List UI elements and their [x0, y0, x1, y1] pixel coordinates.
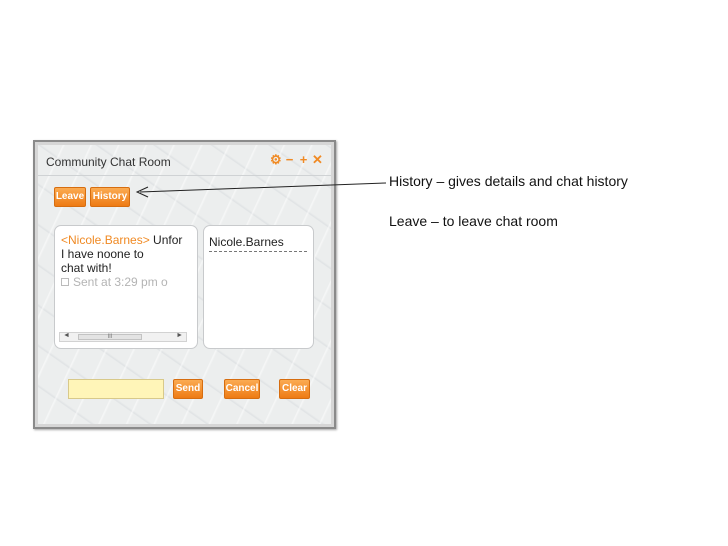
minimize-icon[interactable]: − — [284, 153, 295, 166]
leave-annotation: Leave – to leave chat room — [389, 213, 558, 229]
chat-messages-panel: <Nicole.Barnes> Unfor I have noone to ch… — [54, 225, 198, 349]
history-button[interactable]: History — [90, 187, 130, 207]
leave-button[interactable]: Leave — [54, 187, 86, 207]
chat-horizontal-scrollbar[interactable]: ◄ III ► — [59, 332, 187, 342]
message-sent-info: Sent at 3:29 pm o — [61, 275, 182, 289]
sent-status-icon — [61, 278, 69, 287]
widget-titlebar: Community Chat Room ⚙ − + ✕ — [38, 145, 331, 176]
message-text-line1: Unfor — [149, 233, 183, 247]
message-text-line3: chat with! — [61, 261, 112, 275]
close-icon[interactable]: ✕ — [312, 153, 323, 166]
widget-title: Community Chat Room — [46, 155, 171, 169]
message-input[interactable] — [68, 379, 164, 399]
scroll-left-icon[interactable]: ◄ — [63, 332, 70, 339]
send-button[interactable]: Send — [173, 379, 203, 399]
chat-widget: Community Chat Room ⚙ − + ✕ Leave Histor… — [38, 145, 331, 424]
user-list-item[interactable]: Nicole.Barnes — [209, 235, 307, 252]
message-sender: <Nicole.Barnes> — [61, 233, 150, 247]
chat-widget-frame: Community Chat Room ⚙ − + ✕ Leave Histor… — [33, 140, 336, 429]
scroll-thumb[interactable]: III — [78, 334, 142, 340]
clear-button[interactable]: Clear — [279, 379, 310, 399]
settings-icon[interactable]: ⚙ — [270, 153, 282, 166]
maximize-icon[interactable]: + — [298, 153, 309, 166]
sent-info-text: Sent at 3:29 pm o — [73, 275, 168, 289]
window-controls: ⚙ − + ✕ — [270, 153, 323, 166]
scroll-right-icon[interactable]: ► — [176, 332, 183, 339]
chat-message: <Nicole.Barnes> Unfor I have noone to ch… — [61, 233, 182, 289]
history-annotation: History – gives details and chat history — [389, 173, 628, 189]
message-text-line2: I have noone to — [61, 247, 144, 261]
cancel-button[interactable]: Cancel — [224, 379, 260, 399]
users-list-panel: Nicole.Barnes — [203, 225, 314, 349]
